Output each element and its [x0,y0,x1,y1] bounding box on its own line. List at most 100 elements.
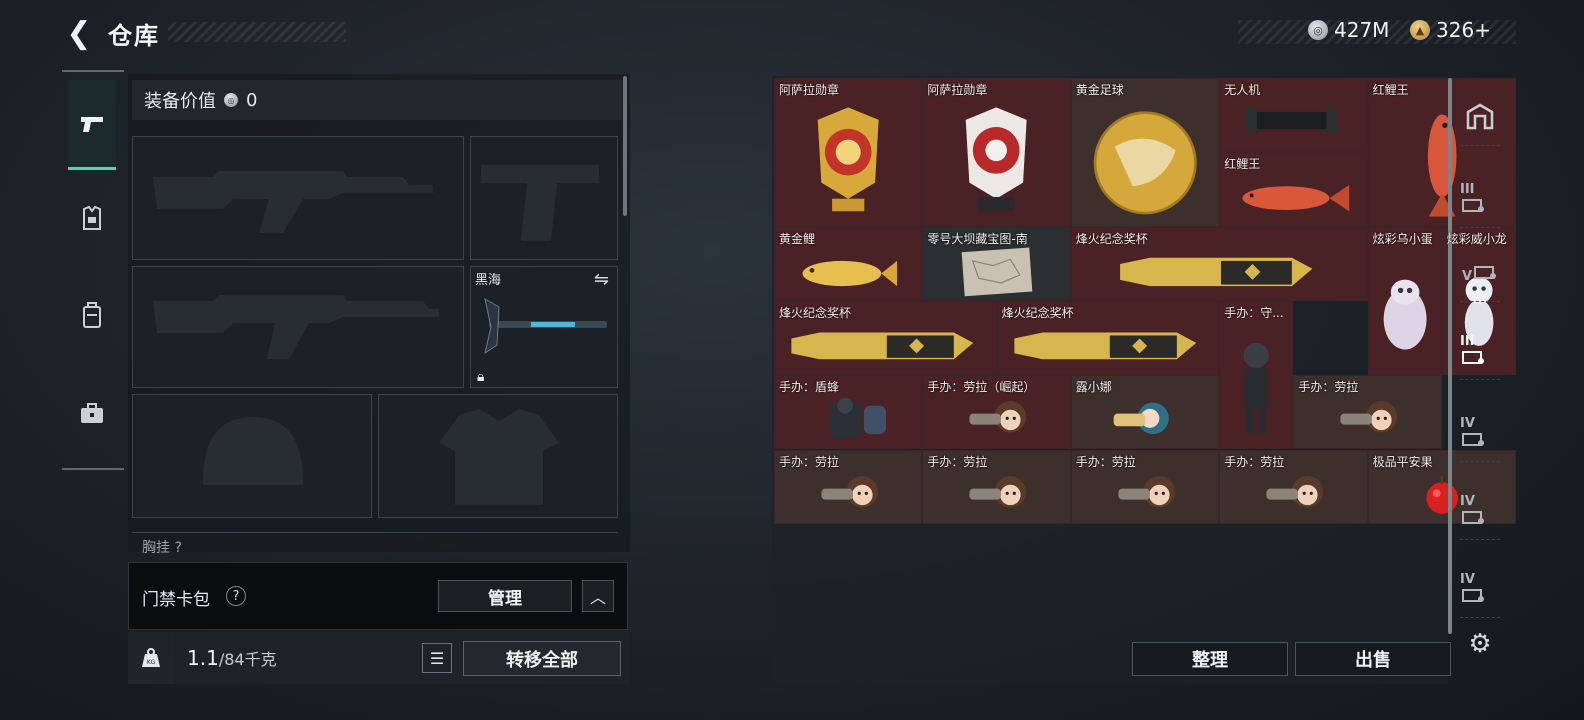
primary-weapon-slot[interactable] [132,136,464,260]
item-name: 炫彩乌小蛋 [1372,231,1433,246]
medal-gold-icon [775,93,921,226]
storage-item[interactable]: 黄金鲤 [774,226,923,301]
ball-icon [1072,93,1218,226]
manage-button[interactable]: 管理 [438,580,572,612]
item-name: 黄金鲤 [779,231,816,246]
stash-rail: III V III IV IV IV [1454,76,1506,684]
item-name: 烽火纪念奖杯 [1001,305,1074,320]
weight-icon: KG [128,632,174,684]
vest-silhouette-icon [439,409,559,505]
chevron-up-icon: ︿ [589,588,606,607]
chevron-left-icon: ❮ [66,15,92,51]
helmet-slot[interactable] [132,394,372,518]
tab-armor[interactable] [68,174,116,264]
tab-backpack[interactable] [68,270,116,360]
storage-item[interactable]: 手办：守... [1219,300,1294,450]
weight-max: /84千克 [218,650,277,669]
title-decoration [168,22,346,42]
item-name: 手办：劳拉 [1075,454,1136,469]
stash-3-icon: III [1460,182,1500,217]
storage-item[interactable]: 烽火纪念奖杯 [996,300,1220,376]
tab-stash-4b[interactable]: IV [1460,484,1500,540]
storage-item[interactable]: 手办：劳拉 [1293,375,1442,450]
secondary-weapon-slot[interactable] [132,266,464,388]
tab-weapons[interactable] [68,80,116,170]
equipment-scrollbar[interactable] [623,76,627,216]
stash-5-icon: V [1462,264,1498,284]
tab-toolbox[interactable] [68,368,116,458]
tab-stash-3b[interactable]: III [1460,324,1500,380]
item-name: 红鲤王 [1224,157,1261,172]
item-name: 烽火纪念奖杯 [1075,231,1148,246]
collapse-button[interactable]: ︿ [582,580,614,612]
sidearm-slot[interactable] [470,136,618,260]
storage-item[interactable]: 手办：劳拉 [1219,449,1368,524]
list-icon: ☰ [429,648,445,668]
storage-item[interactable]: 手办：劳拉 [922,449,1071,524]
back-button[interactable]: ❮ [62,15,96,51]
storage-item[interactable]: 无人机 [1219,78,1368,153]
rifle-silhouette-icon [153,171,433,233]
body-armor-slot[interactable] [378,394,618,518]
storage-item[interactable]: 烽火纪念奖杯 [1070,226,1368,301]
storage-item[interactable]: 手办：劳拉 [1070,449,1220,524]
storage-item[interactable]: 黄金足球 [1070,78,1220,227]
storage-item[interactable]: 手办：劳拉 [774,449,923,524]
item-name: 炫彩威小龙 [1446,231,1507,246]
storage-item[interactable]: 手办：盾蜂 [774,375,923,450]
item-name: 露小娜 [1075,380,1112,395]
figure-dark-icon [1220,316,1292,449]
melee-slot[interactable]: 黑海 ⇋ 🔒︎ [470,266,618,388]
keycard-pack-label: 门禁卡包 [142,590,210,610]
storage-scrollbar[interactable] [1448,78,1452,634]
equipment-value: 0 [246,89,258,111]
storage-item[interactable]: 红鲤王 [1219,152,1368,227]
gold-coin-icon: ▲ [1410,20,1430,40]
gold-currency[interactable]: ▲ 326+ [1410,18,1491,42]
figure-shield-icon [775,390,921,448]
item-name: 阿萨拉勋章 [927,83,988,97]
figure-laura-icon [1072,465,1218,523]
category-rail [62,70,124,470]
storage-item[interactable]: 露小娜 [1070,375,1220,450]
storage-item[interactable]: 炫彩乌小蛋 [1367,226,1442,376]
trophy-icon [998,316,1219,374]
stash-3b-icon: III [1460,334,1500,369]
tab-stash-4[interactable]: IV [1460,406,1500,462]
tab-safe-box[interactable] [1460,90,1500,146]
settings-button[interactable]: ⚙ [1462,626,1498,662]
chest-rig-row[interactable]: 胸挂 ? [132,532,618,554]
item-name: 极品平安果 [1372,454,1433,469]
pistol-silhouette-icon [481,165,599,241]
item-name: 手办：劳拉 [927,454,988,469]
tab-stash-5[interactable]: V [1460,246,1500,302]
drone-icon [1220,93,1366,151]
item-name: 阿萨拉勋章 [779,83,840,97]
figure-laura-icon [775,465,921,523]
storage-item[interactable]: 烽火纪念奖杯 [774,300,997,376]
weight-current: 1.1 [187,646,219,670]
sort-button[interactable]: 整理 [1132,642,1288,676]
stash-4b-icon: IV [1460,494,1500,529]
help-icon[interactable]: ? [226,586,246,606]
stash-4c-icon: IV [1460,572,1500,607]
tab-stash-4c[interactable]: IV [1460,562,1500,618]
tab-stash-3[interactable]: III [1460,172,1500,228]
helmet-silhouette-icon [203,417,303,485]
storage-item[interactable]: 手办：劳拉（崛起） [922,375,1071,450]
trophy-icon [1072,242,1367,300]
svg-text:KG: KG [147,659,156,666]
item-name: 手办：守... [1224,305,1284,320]
lock-icon: 🔒︎ [477,369,485,385]
figure-laura-icon [1220,465,1366,523]
storage-item[interactable]: 零号大坝藏宝图-南 [922,226,1071,301]
egg-icon [1369,242,1441,375]
transfer-all-button[interactable]: 转移全部 [463,641,621,676]
storage-item[interactable]: 阿萨拉勋章 [922,78,1071,227]
list-view-button[interactable]: ☰ [422,643,452,673]
sell-button[interactable]: 出售 [1295,642,1451,676]
toolbox-icon [81,403,103,423]
silver-currency: ◎ 427M [1308,18,1389,42]
item-name: 黄金足球 [1075,83,1124,97]
storage-item[interactable]: 阿萨拉勋章 [774,78,923,227]
